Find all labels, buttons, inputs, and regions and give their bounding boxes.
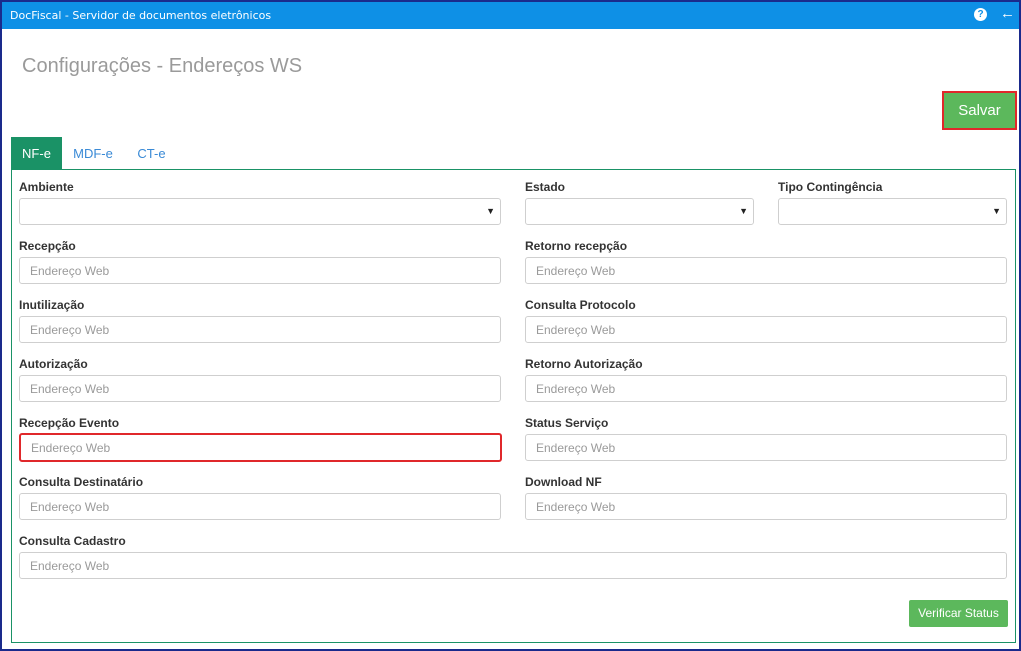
consulta-protocolo-input[interactable]	[526, 317, 1006, 342]
retorno-autorizacao-label: Retorno Autorização	[525, 357, 643, 371]
inutilizacao-input[interactable]	[20, 317, 500, 342]
tipo-contingencia-label: Tipo Contingência	[778, 180, 883, 194]
ambiente-select[interactable]: ▼	[19, 198, 501, 225]
tab-nfe[interactable]: NF-e	[11, 137, 62, 170]
recepcao-field	[19, 257, 501, 284]
title-bar: DocFiscal - Servidor de documentos eletr…	[2, 2, 1019, 29]
ambiente-label: Ambiente	[19, 180, 74, 194]
recepcao-input[interactable]	[20, 258, 500, 283]
recepcao-evento-label: Recepção Evento	[19, 416, 120, 430]
recepcao-evento-field	[19, 433, 502, 462]
autorizacao-field	[19, 375, 501, 402]
status-servico-field	[525, 434, 1007, 461]
help-icon[interactable]: ?	[974, 8, 987, 21]
retorno-autorizacao-field	[525, 375, 1007, 402]
retorno-recepcao-label: Retorno recepção	[525, 239, 628, 253]
tab-cte[interactable]: CT-e	[129, 137, 174, 170]
consulta-destinatario-input[interactable]	[20, 494, 500, 519]
autorizacao-input[interactable]	[20, 376, 500, 401]
autorizacao-label: Autorização	[19, 357, 88, 371]
status-servico-label: Status Serviço	[525, 416, 609, 430]
consulta-cadastro-field	[19, 552, 1007, 579]
window-title: DocFiscal - Servidor de documentos eletr…	[10, 9, 272, 22]
download-nf-input[interactable]	[526, 494, 1006, 519]
chevron-down-icon: ▼	[486, 206, 495, 216]
consulta-destinatario-field	[19, 493, 501, 520]
download-nf-label: Download NF	[525, 475, 602, 489]
verify-status-button[interactable]: Verificar Status	[909, 600, 1008, 627]
retorno-recepcao-field	[525, 257, 1007, 284]
status-servico-input[interactable]	[526, 435, 1006, 460]
chevron-down-icon: ▼	[739, 206, 748, 216]
retorno-recepcao-input[interactable]	[526, 258, 1006, 283]
recepcao-label: Recepção	[19, 239, 76, 253]
recepcao-evento-input[interactable]	[21, 435, 500, 460]
tab-mdfe[interactable]: MDF-e	[67, 137, 119, 170]
estado-select[interactable]: ▼	[525, 198, 754, 225]
consulta-cadastro-label: Consulta Cadastro	[19, 534, 126, 548]
chevron-down-icon: ▼	[992, 206, 1001, 216]
save-button[interactable]: Salvar	[942, 91, 1017, 130]
inutilizacao-field	[19, 316, 501, 343]
inutilizacao-label: Inutilização	[19, 298, 85, 312]
consulta-protocolo-label: Consulta Protocolo	[525, 298, 636, 312]
back-arrow-icon[interactable]: ←	[1000, 5, 1015, 22]
app-window: DocFiscal - Servidor de documentos eletr…	[0, 0, 1021, 651]
retorno-autorizacao-input[interactable]	[526, 376, 1006, 401]
download-nf-field	[525, 493, 1007, 520]
estado-label: Estado	[525, 180, 566, 194]
page-title: Configurações - Endereços WS	[22, 55, 303, 77]
consulta-cadastro-input[interactable]	[20, 553, 1006, 578]
consulta-protocolo-field	[525, 316, 1007, 343]
consulta-destinatario-label: Consulta Destinatário	[19, 475, 144, 489]
tipo-contingencia-select[interactable]: ▼	[778, 198, 1007, 225]
